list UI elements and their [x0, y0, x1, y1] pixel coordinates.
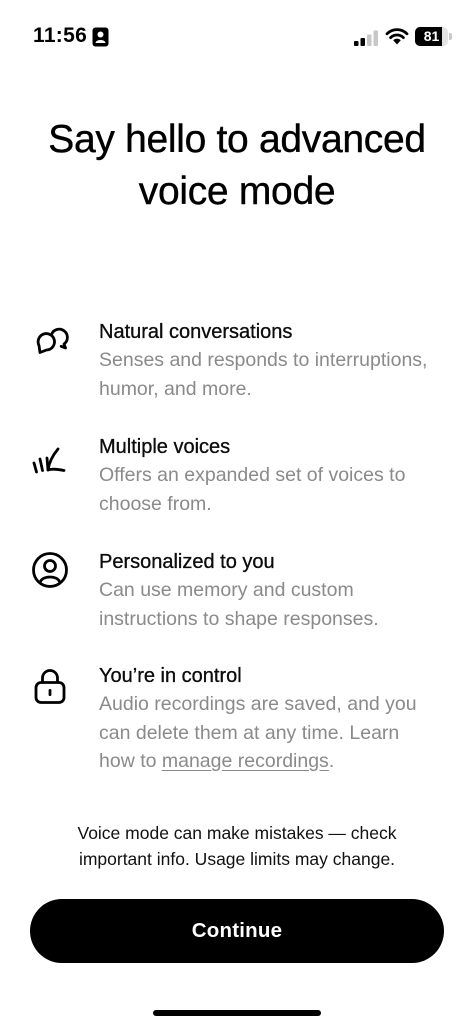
battery-cap: [449, 33, 452, 40]
feature-text: Natural conversations Senses and respond…: [99, 318, 439, 403]
lock-icon: [34, 669, 66, 704]
manage-recordings-link[interactable]: manage recordings: [162, 750, 329, 772]
page-title: Say hello to advanced voice mode: [48, 118, 426, 213]
battery-level: 81: [423, 28, 440, 44]
disclaimer-text: Voice mode can make mistakes — check imp…: [77, 823, 397, 869]
voice-waves-icon: [32, 447, 66, 474]
feature-title: Personalized to you: [99, 551, 275, 573]
home-indicator[interactable]: [153, 1010, 321, 1016]
person-card-icon: [92, 27, 109, 47]
status-time: 11:56: [33, 24, 88, 47]
cellular-signal-icon: [354, 30, 378, 46]
feature-description: Can use memory and custom instructions t…: [99, 579, 379, 630]
feature-text: Personalized to you Can use memory and c…: [99, 548, 439, 633]
wifi-icon: [385, 28, 409, 45]
feature-title: Natural conversations: [99, 321, 293, 343]
speech-bubbles-icon: [36, 327, 69, 354]
status-bar: 11:56 81: [0, 0, 474, 60]
feature-text: You’re in control Audio recordings are s…: [99, 662, 439, 776]
feature-description: Offers an expanded set of voices to choo…: [99, 464, 406, 515]
continue-button[interactable]: Continue: [30, 899, 444, 963]
feature-description: Audio recordings are saved, and you can …: [99, 690, 439, 776]
user-circle-icon: [32, 552, 68, 588]
feature-description: Senses and responds to interruptions, hu…: [99, 349, 428, 400]
feature-text: Multiple voices Offers an expanded set o…: [99, 433, 439, 518]
battery-indicator: 81: [415, 27, 452, 46]
feature-title: Multiple voices: [99, 436, 231, 458]
battery-body: 81: [415, 27, 448, 46]
feature-title: You’re in control: [99, 665, 242, 687]
learn-more-suffix: .: [328, 750, 335, 772]
